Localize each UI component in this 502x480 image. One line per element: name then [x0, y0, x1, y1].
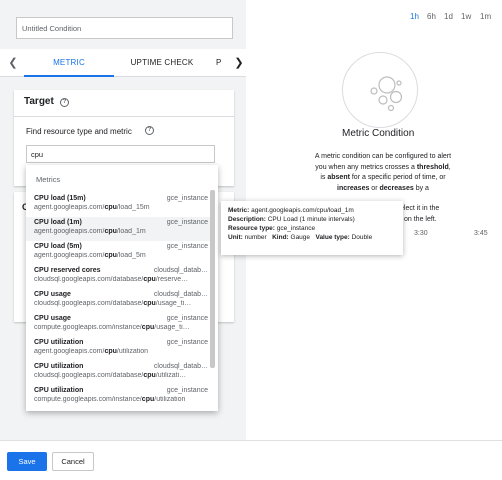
item-path: compute.googleapis.com/instance/cpu/util…	[34, 396, 186, 403]
time-range-1d[interactable]: 1d	[444, 12, 453, 21]
find-help-icon[interactable]: ?	[145, 126, 154, 135]
item-name: CPU utilization	[34, 387, 84, 394]
axis-tick-label: 3:30	[414, 230, 428, 237]
time-range-1w[interactable]: 1w	[461, 12, 471, 21]
resource-search-input[interactable]: cpu	[26, 145, 215, 163]
metric-condition-illustration-icon	[342, 52, 418, 128]
find-resource-label: Find resource type and metric	[26, 127, 132, 136]
list-item[interactable]: CPU load (1m) gce_instance agent.googlea…	[26, 217, 210, 241]
chevron-left-icon[interactable]: ❮	[6, 49, 20, 77]
metric-tooltip: Metric: agent.googleapis.com/cpu/load_1m…	[221, 201, 403, 255]
save-button[interactable]: Save	[7, 452, 47, 471]
list-item[interactable]: CPU utilization gce_instance agent.googl…	[26, 337, 210, 361]
dropdown-header: Metrics	[36, 175, 61, 184]
item-path: compute.googleapis.com/instance/cpu/usag…	[34, 324, 190, 331]
tab-partial[interactable]: P	[216, 49, 230, 77]
item-path: agent.googleapis.com/cpu/utilization	[34, 348, 149, 355]
item-path: agent.googleapis.com/cpu/load_15m	[34, 204, 150, 211]
chevron-right-icon[interactable]: ❯	[232, 49, 246, 77]
metric-condition-description: A metric condition can be configured to …	[314, 153, 452, 192]
tooltip-unit-kind: Unit: number Kind: Gauge Value type: Dou…	[228, 234, 373, 241]
item-type: cloudsql_datab…	[153, 363, 208, 370]
item-path: cloudsql.googleapis.com/database/cpu/res…	[34, 276, 189, 283]
time-range-6h[interactable]: 6h	[427, 12, 436, 21]
time-range-1m[interactable]: 1m	[480, 12, 491, 21]
item-name: CPU usage	[34, 315, 71, 322]
description-fragment: on the left.	[404, 216, 437, 223]
tooltip-description: Description: CPU Load (1 minute interval…	[228, 216, 355, 223]
item-type: gce_instance	[166, 339, 208, 346]
tab-metric[interactable]: METRIC	[24, 49, 114, 77]
list-item[interactable]: CPU load (15m) gce_instance agent.google…	[26, 193, 210, 217]
tab-uptime-check[interactable]: UPTIME CHECK	[118, 49, 206, 77]
item-name: CPU load (1m)	[34, 219, 82, 226]
cancel-button[interactable]: Cancel	[52, 452, 94, 471]
target-title: Target	[24, 96, 54, 107]
item-path: agent.googleapis.com/cpu/load_5m	[34, 252, 146, 259]
item-name: CPU load (5m)	[34, 243, 82, 250]
condition-name-input[interactable]: Untitled Condition	[16, 17, 233, 39]
list-item[interactable]: CPU reserved cores cloudsql_datab… cloud…	[26, 265, 210, 289]
item-type: gce_instance	[166, 387, 208, 394]
list-item[interactable]: CPU usage cloudsql_datab… cloudsql.googl…	[26, 289, 210, 313]
item-type: cloudsql_datab…	[153, 291, 208, 298]
help-icon[interactable]: ?	[60, 98, 69, 107]
divider	[14, 116, 234, 117]
tooltip-metric: Metric: agent.googleapis.com/cpu/load_1m	[228, 207, 354, 214]
metric-condition-title: Metric Condition	[342, 128, 415, 139]
list-item[interactable]: CPU utilization gce_instance compute.goo…	[26, 385, 210, 409]
tooltip-resource-type: Resource type: gce_instance	[228, 225, 316, 232]
list-item[interactable]: CPU utilization cloudsql_datab… cloudsql…	[26, 361, 210, 385]
item-type: gce_instance	[166, 195, 208, 202]
item-path: cloudsql.googleapis.com/database/cpu/usa…	[34, 300, 192, 307]
item-type: cloudsql_datab…	[153, 267, 208, 274]
item-name: CPU utilization	[34, 339, 84, 346]
description-fragment: elect it in the	[400, 205, 440, 212]
item-path: agent.googleapis.com/cpu/load_1m	[34, 228, 146, 235]
list-item[interactable]: CPU load (5m) gce_instance agent.googlea…	[26, 241, 210, 265]
time-range-1h[interactable]: 1h	[410, 12, 419, 21]
footer-divider	[0, 440, 502, 441]
item-name: CPU utilization	[34, 363, 84, 370]
item-name: CPU reserved cores	[34, 267, 101, 274]
item-path: cloudsql.googleapis.com/database/cpu/uti…	[34, 372, 187, 379]
item-name: CPU usage	[34, 291, 71, 298]
item-name: CPU load (15m)	[34, 195, 86, 202]
item-type: gce_instance	[166, 219, 208, 226]
item-type: gce_instance	[166, 243, 208, 250]
item-type: gce_instance	[166, 315, 208, 322]
axis-tick-label: 3:45	[474, 230, 488, 237]
list-item[interactable]: CPU usage gce_instance compute.googleapi…	[26, 313, 210, 337]
